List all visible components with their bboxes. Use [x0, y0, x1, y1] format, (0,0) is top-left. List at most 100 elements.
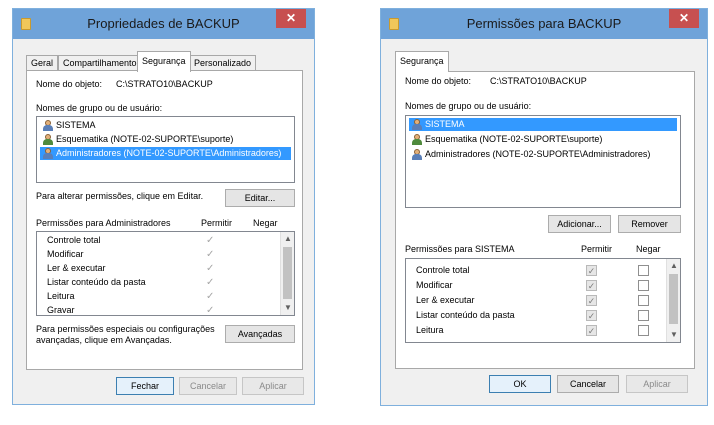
- list-item[interactable]: SISTEMA: [409, 118, 677, 131]
- tab-strip: Geral Compartilhamento Segurança Persona…: [13, 51, 314, 72]
- user-name: SISTEMA: [56, 120, 96, 130]
- deny-checkbox[interactable]: [638, 295, 649, 306]
- cancel-button[interactable]: Cancelar: [179, 377, 237, 395]
- advanced-button[interactable]: Avançadas: [225, 325, 295, 343]
- list-item[interactable]: Esquematika (NOTE-02-SUPORTE\suporte): [409, 133, 677, 146]
- allow-checkbox[interactable]: ✓: [586, 295, 597, 306]
- permissions-list[interactable]: Controle total ✓ Modificar ✓ Ler & execu…: [405, 258, 681, 343]
- user-list[interactable]: SISTEMA Esquematika (NOTE-02-SUPORTE\sup…: [405, 115, 681, 208]
- scrollbar[interactable]: ▲ ▼: [280, 232, 294, 315]
- permission-label: Modificar: [47, 249, 84, 259]
- list-item: Gravar ✓: [47, 303, 274, 316]
- edit-hint: Para alterar permissões, clique em Edita…: [36, 191, 204, 201]
- allow-header: Permitir: [201, 218, 232, 228]
- deny-checkbox[interactable]: [638, 310, 649, 321]
- list-item: Leitura ✓: [416, 323, 660, 338]
- allow-checkbox[interactable]: ✓: [586, 310, 597, 321]
- scroll-up-icon[interactable]: ▲: [281, 232, 294, 246]
- title-bar[interactable]: Propriedades de BACKUP ✕: [13, 9, 314, 39]
- user-list[interactable]: SISTEMA Esquematika (NOTE-02-SUPORTE\sup…: [36, 116, 295, 183]
- check-icon: ✓: [206, 235, 215, 246]
- add-button[interactable]: Adicionar...: [548, 215, 611, 233]
- user-icon: [411, 134, 423, 145]
- allow-checkbox[interactable]: ✓: [586, 265, 597, 276]
- deny-header: Negar: [253, 218, 278, 228]
- special-hint-line1: Para permissões especiais ou configuraçõ…: [36, 324, 215, 334]
- ok-button[interactable]: OK: [489, 375, 551, 393]
- remove-button[interactable]: Remover: [618, 215, 681, 233]
- close-icon[interactable]: ✕: [669, 9, 699, 28]
- object-name-label: Nome do objeto:: [405, 76, 472, 86]
- security-panel: Nome do objeto: C:\STRATO10\BACKUP Nomes…: [395, 71, 695, 369]
- permission-label: Controle total: [416, 265, 470, 275]
- user-name: SISTEMA: [425, 119, 465, 129]
- check-icon: ✓: [206, 277, 215, 288]
- permissions-list[interactable]: Controle total ✓ Modificar ✓ Ler & execu…: [36, 231, 295, 316]
- scrollbar[interactable]: ▲ ▼: [666, 259, 680, 342]
- deny-header: Negar: [636, 244, 661, 254]
- allow-checkbox[interactable]: ✓: [586, 325, 597, 336]
- allow-header: Permitir: [581, 244, 612, 254]
- cancel-button[interactable]: Cancelar: [557, 375, 619, 393]
- list-item: Listar conteúdo da pasta ✓: [47, 275, 274, 290]
- window-title: Permissões para BACKUP: [466, 16, 622, 31]
- scroll-up-icon[interactable]: ▲: [667, 259, 680, 273]
- apply-button[interactable]: Aplicar: [242, 377, 304, 395]
- list-item: Ler & executar ✓: [416, 293, 660, 308]
- special-hint-line2: avançadas, clique em Avançadas.: [36, 335, 172, 345]
- list-item: Controle total ✓: [416, 263, 660, 278]
- check-icon: ✓: [206, 263, 215, 274]
- user-name: Administradores (NOTE-02-SUPORTE\Adminis…: [56, 148, 282, 158]
- security-panel: Nome do objeto: C:\STRATO10\BACKUP Nomes…: [26, 70, 303, 370]
- permissions-header: Permissões para SISTEMA: [405, 244, 515, 254]
- list-item: Ler & executar ✓: [47, 261, 274, 276]
- permissions-header: Permissões para Administradores: [36, 218, 171, 228]
- permission-label: Ler & executar: [416, 295, 475, 305]
- tab-compartilhamento[interactable]: Compartilhamento: [58, 55, 142, 71]
- tab-geral[interactable]: Geral: [26, 55, 59, 71]
- window-title: Propriedades de BACKUP: [87, 16, 240, 31]
- scroll-thumb[interactable]: [669, 274, 678, 324]
- group-users-icon: [411, 119, 423, 130]
- group-names-label: Nomes de grupo ou de usuário:: [405, 101, 532, 111]
- apply-button[interactable]: Aplicar: [626, 375, 688, 393]
- list-item[interactable]: SISTEMA: [40, 119, 291, 132]
- edit-button[interactable]: Editar...: [225, 189, 295, 207]
- object-name-value: C:\STRATO10\BACKUP: [490, 76, 587, 86]
- tab-seguranca[interactable]: Segurança: [137, 51, 191, 72]
- permission-label: Gravar: [47, 305, 75, 315]
- list-item: Modificar ✓: [47, 247, 274, 262]
- object-name-value: C:\STRATO10\BACKUP: [116, 79, 213, 89]
- properties-window: Propriedades de BACKUP ✕ Geral Compartil…: [12, 8, 315, 405]
- permission-label: Modificar: [416, 280, 453, 290]
- scroll-thumb[interactable]: [283, 247, 292, 299]
- tab-seguranca[interactable]: Segurança: [395, 51, 449, 72]
- deny-checkbox[interactable]: [638, 325, 649, 336]
- permission-label: Ler & executar: [47, 263, 106, 273]
- user-name: Esquematika (NOTE-02-SUPORTE\suporte): [56, 134, 234, 144]
- close-button[interactable]: Fechar: [116, 377, 174, 395]
- list-item[interactable]: Administradores (NOTE-02-SUPORTE\Adminis…: [409, 148, 677, 161]
- tab-personalizado[interactable]: Personalizado: [189, 55, 257, 71]
- permission-label: Listar conteúdo da pasta: [47, 277, 146, 287]
- check-icon: ✓: [206, 305, 215, 316]
- scroll-down-icon[interactable]: ▼: [281, 301, 294, 315]
- group-names-label: Nomes de grupo ou de usuário:: [36, 103, 163, 113]
- user-name: Esquematika (NOTE-02-SUPORTE\suporte): [425, 134, 603, 144]
- list-item[interactable]: Administradores (NOTE-02-SUPORTE\Adminis…: [40, 147, 291, 160]
- group-users-icon: [42, 120, 54, 131]
- check-icon: ✓: [206, 249, 215, 260]
- group-users-icon: [42, 148, 54, 159]
- list-item[interactable]: Esquematika (NOTE-02-SUPORTE\suporte): [40, 133, 291, 146]
- scroll-down-icon[interactable]: ▼: [667, 328, 680, 342]
- close-icon[interactable]: ✕: [276, 9, 306, 28]
- allow-checkbox[interactable]: ✓: [586, 280, 597, 291]
- permissions-window: Permissões para BACKUP ✕ Segurança Nome …: [380, 8, 708, 406]
- object-name-label: Nome do objeto:: [36, 79, 103, 89]
- permission-label: Listar conteúdo da pasta: [416, 310, 515, 320]
- list-item: Listar conteúdo da pasta ✓: [416, 308, 660, 323]
- permission-label: Controle total: [47, 235, 101, 245]
- title-bar[interactable]: Permissões para BACKUP ✕: [381, 9, 707, 39]
- deny-checkbox[interactable]: [638, 280, 649, 291]
- deny-checkbox[interactable]: [638, 265, 649, 276]
